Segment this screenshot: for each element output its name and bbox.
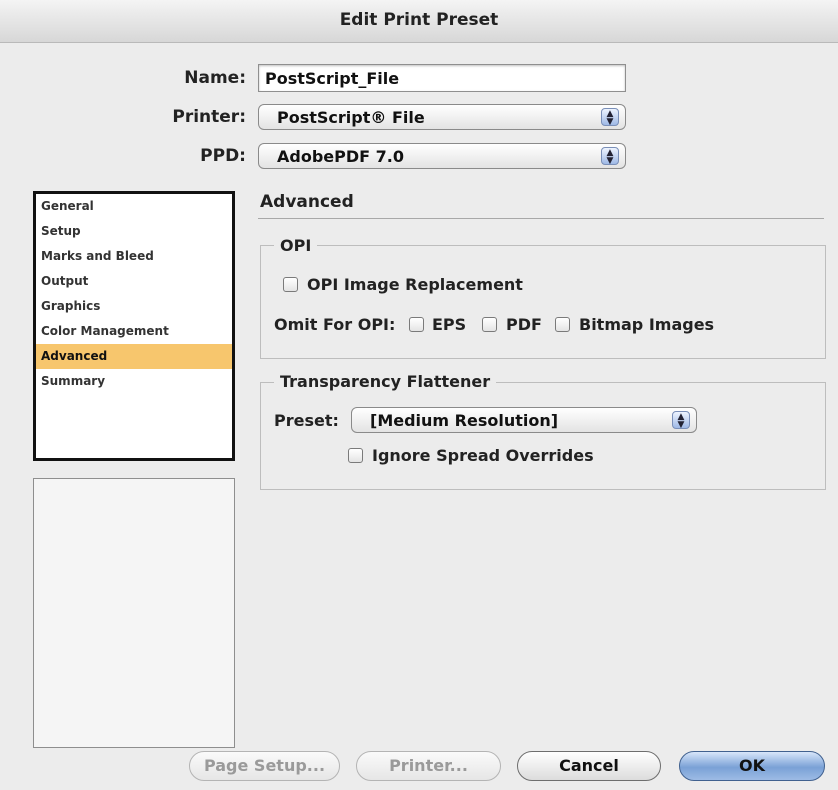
section-divider — [258, 218, 824, 219]
omit-for-opi-label: Omit For OPI: — [274, 315, 396, 334]
omit-bitmap-images-checkbox[interactable] — [555, 317, 570, 332]
opi-group — [260, 245, 826, 359]
sidebar-item-general[interactable]: General — [36, 194, 232, 219]
flattener-preset-popup[interactable]: [Medium Resolution] ▲ ▼ — [351, 407, 697, 433]
sidebar-item-advanced[interactable]: Advanced — [36, 344, 232, 369]
sidebar-item-color-management[interactable]: Color Management — [36, 319, 232, 344]
sidebar-item-output[interactable]: Output — [36, 269, 232, 294]
printer-label: Printer: — [172, 107, 246, 127]
printer-popup[interactable]: PostScript® File ▲ ▼ — [258, 104, 626, 130]
name-label: Name: — [184, 68, 246, 88]
ignore-spread-overrides-label: Ignore Spread Overrides — [372, 446, 594, 465]
sidebar-item-marks-and-bleed[interactable]: Marks and Bleed — [36, 244, 232, 269]
page-setup-button[interactable]: Page Setup... — [189, 751, 340, 781]
up-down-arrows-icon: ▲ ▼ — [601, 147, 619, 166]
sidebar-item-graphics[interactable]: Graphics — [36, 294, 232, 319]
ok-button[interactable]: OK — [679, 751, 825, 781]
printer-button[interactable]: Printer... — [356, 751, 501, 781]
cancel-button[interactable]: Cancel — [517, 751, 661, 781]
ignore-spread-overrides-checkbox[interactable] — [348, 448, 363, 463]
preview-area — [33, 478, 235, 748]
omit-bitmap-images-label: Bitmap Images — [579, 315, 715, 334]
name-field[interactable] — [258, 64, 626, 92]
up-down-arrows-icon: ▲ ▼ — [672, 411, 690, 430]
category-list: General Setup Marks and Bleed Output Gra… — [33, 191, 235, 461]
opi-image-replacement-label: OPI Image Replacement — [307, 275, 523, 294]
omit-pdf-label: PDF — [506, 315, 542, 334]
window-title: Edit Print Preset — [339, 10, 499, 30]
sidebar-item-summary[interactable]: Summary — [36, 369, 232, 394]
title-bar: Edit Print Preset — [0, 0, 838, 43]
opi-image-replacement-checkbox[interactable] — [283, 277, 298, 292]
opi-group-title: OPI — [274, 236, 318, 255]
omit-eps-checkbox[interactable] — [409, 317, 424, 332]
omit-pdf-checkbox[interactable] — [482, 317, 497, 332]
preset-label: Preset: — [274, 411, 339, 430]
ppd-popup[interactable]: AdobePDF 7.0 ▲ ▼ — [258, 143, 626, 169]
section-heading: Advanced — [260, 192, 354, 212]
transparency-flattener-group — [260, 382, 826, 490]
ppd-popup-value: AdobePDF 7.0 — [277, 147, 404, 166]
ppd-label: PPD: — [200, 146, 246, 166]
flattener-preset-value: [Medium Resolution] — [370, 411, 559, 430]
omit-eps-label: EPS — [432, 315, 467, 334]
transparency-flattener-title: Transparency Flattener — [274, 372, 497, 391]
printer-popup-value: PostScript® File — [277, 108, 425, 127]
up-down-arrows-icon: ▲ ▼ — [601, 108, 619, 127]
sidebar-item-setup[interactable]: Setup — [36, 219, 232, 244]
